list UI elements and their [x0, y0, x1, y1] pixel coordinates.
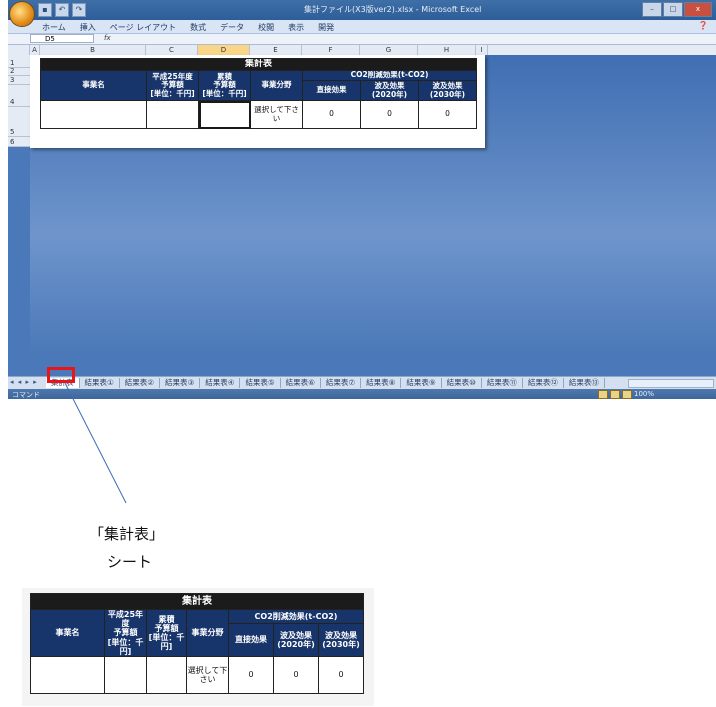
callout-highlight-box [47, 367, 75, 383]
callout-pointer-line [64, 382, 127, 504]
